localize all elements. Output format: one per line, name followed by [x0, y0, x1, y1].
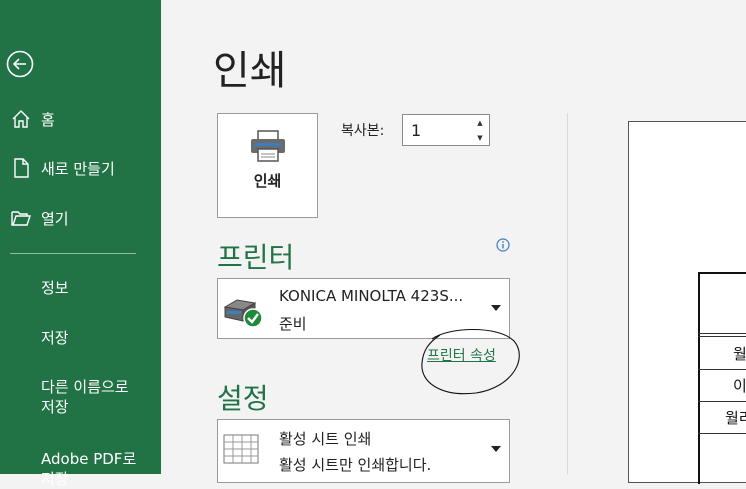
nav-open-label: 열기	[41, 209, 69, 228]
nav-home-label: 홈	[41, 110, 55, 129]
preview-table-line	[698, 369, 746, 370]
sidebar-divider	[10, 253, 136, 254]
settings-section-heading: 설정	[217, 382, 269, 415]
copies-label: 복사본:	[341, 123, 385, 139]
printer-icon	[251, 130, 285, 162]
sheet-grid-icon	[223, 434, 259, 464]
pane-divider	[567, 113, 568, 474]
back-arrow-icon[interactable]	[6, 50, 34, 78]
nav-info[interactable]: 정보	[41, 278, 69, 298]
printer-ready-icon	[223, 299, 263, 328]
home-icon	[9, 107, 33, 131]
printer-name: KONICA MINOLTA 423S...	[279, 287, 464, 305]
spin-down-icon[interactable]: ▼	[475, 134, 485, 142]
nav-save-as[interactable]: 다른 이름으로 저장	[41, 377, 129, 417]
print-scope-title: 활성 시트 인쇄	[279, 430, 372, 448]
nav-new-label: 새로 만들기	[41, 159, 115, 178]
preview-table-line	[698, 336, 746, 337]
preview-table-line	[698, 333, 746, 334]
chevron-down-icon	[491, 305, 501, 311]
preview-table-line	[698, 401, 746, 402]
printer-section-heading: 프린터	[217, 241, 295, 274]
info-icon[interactable]	[496, 237, 510, 256]
chevron-down-icon	[491, 446, 501, 452]
copies-input[interactable]: 1 ▲ ▼	[402, 114, 490, 146]
nav-save[interactable]: 저장	[41, 328, 69, 348]
printer-status: 준비	[279, 315, 307, 333]
preview-cell: 월	[733, 345, 746, 363]
nav-new[interactable]: 새로 만들기	[0, 150, 161, 186]
nav-save-adobe-pdf[interactable]: Adobe PDF로 저장	[41, 449, 136, 489]
folder-open-icon	[9, 206, 33, 230]
nav-adobe-line2: 저장	[41, 470, 69, 488]
print-button[interactable]: 인쇄	[217, 113, 318, 218]
page-title: 인쇄	[213, 48, 287, 94]
nav-adobe-line1: Adobe PDF로	[41, 450, 137, 468]
new-document-icon	[9, 156, 33, 180]
spin-up-icon[interactable]: ▲	[475, 119, 485, 127]
preview-cell: 이	[733, 377, 746, 395]
printer-properties-link[interactable]: 프린터 속성	[427, 345, 496, 365]
preview-cell: 월리	[725, 409, 746, 427]
copies-value: 1	[411, 121, 422, 140]
print-scope-dropdown[interactable]: 활성 시트 인쇄 활성 시트만 인쇄합니다.	[217, 419, 510, 483]
preview-table-line	[698, 433, 746, 434]
print-scope-desc: 활성 시트만 인쇄합니다.	[279, 456, 432, 474]
backstage-sidebar: 홈 새로 만들기 열기 정보 저장 다른 이름으로 저장 Adobe PDF로 …	[0, 0, 161, 488]
nav-home[interactable]: 홈	[0, 101, 161, 137]
nav-open[interactable]: 열기	[0, 200, 161, 236]
print-button-label: 인쇄	[253, 172, 282, 190]
nav-save-as-line1: 다른 이름으로	[41, 378, 129, 396]
nav-save-as-line2: 저장	[41, 398, 69, 416]
